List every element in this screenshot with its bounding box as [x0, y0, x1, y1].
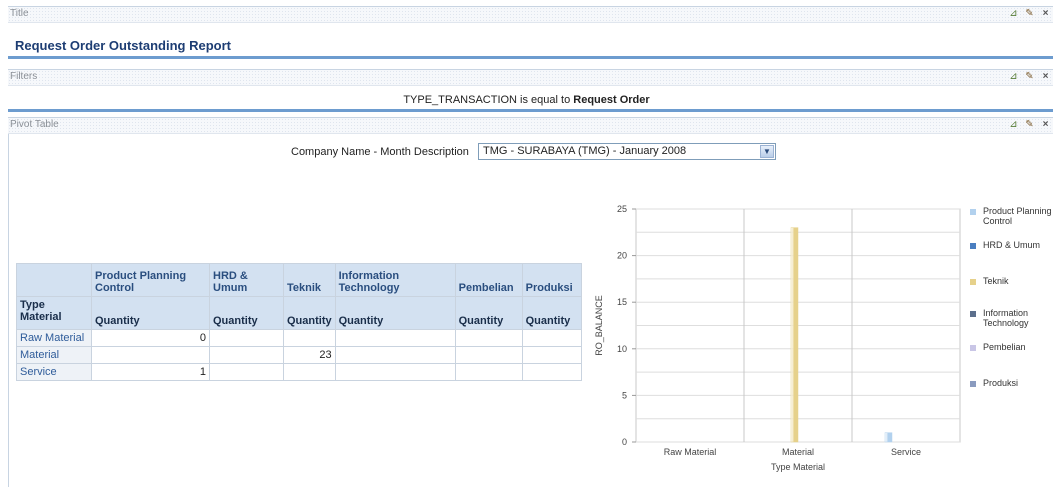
table-cell — [91, 346, 210, 364]
legend-label: HRD & Umum — [983, 240, 1041, 250]
page-title: Request Order Outstanding Report — [15, 38, 231, 53]
title-divider — [8, 56, 1053, 59]
filters-section-icons: ⊿ ✎ × — [1008, 71, 1051, 82]
y-axis-label: RO_BALANCE — [594, 295, 604, 356]
edit-icon[interactable]: ✎ — [1024, 119, 1035, 130]
legend-label: Pembelian — [983, 342, 1026, 352]
table-cell — [209, 363, 284, 381]
filters-divider — [8, 109, 1053, 112]
table-cell: 23 — [283, 346, 336, 364]
column-header: Product Planning Control — [91, 263, 210, 297]
table-cell — [454, 329, 523, 347]
title-section-label: Title — [10, 8, 29, 19]
table-row: Service 1 — [16, 363, 582, 381]
page-prompt-label: Company Name - Month Description — [291, 146, 469, 158]
measure-header: Quantity — [91, 296, 210, 330]
row-label[interactable]: Service — [16, 363, 92, 381]
table-measure-row: Type Material Quantity Quantity Quantity… — [16, 296, 582, 330]
column-header: Produksi — [521, 263, 582, 297]
y-tick-label: 25 — [617, 204, 627, 214]
row-label[interactable]: Raw Material — [16, 329, 92, 347]
measure-header: Quantity — [283, 296, 336, 330]
measure-header: Quantity — [521, 296, 582, 330]
legend-label: Product Planning Control — [983, 206, 1052, 226]
y-tick-label: 15 — [617, 297, 627, 307]
y-tick-label: 5 — [622, 390, 627, 400]
legend-swatch — [970, 345, 976, 351]
edit-properties-icon[interactable]: ⊿ — [1008, 71, 1019, 82]
x-axis-label: Type Material — [771, 462, 825, 472]
edit-icon[interactable]: ✎ — [1024, 71, 1035, 82]
legend-swatch — [970, 279, 976, 285]
x-tick-label: Service — [891, 447, 921, 457]
column-header: Information Technology — [334, 263, 456, 297]
bar — [790, 227, 799, 443]
y-tick-label: 10 — [617, 344, 627, 354]
close-icon[interactable]: × — [1040, 119, 1051, 130]
table-cell — [334, 363, 456, 381]
y-tick-label: 0 — [622, 437, 627, 447]
title-section-bar: Title ⊿ ✎ × — [8, 6, 1053, 23]
legend-swatch — [970, 243, 976, 249]
table-cell — [283, 363, 336, 381]
table-cell — [454, 346, 523, 364]
row-label[interactable]: Material — [16, 346, 92, 364]
table-row: Raw Material 0 — [16, 329, 582, 347]
table-cell — [334, 346, 456, 364]
pivot-left-border — [8, 134, 9, 487]
filter-value: Request Order — [573, 94, 650, 106]
table-cell — [334, 329, 456, 347]
pivot-section-label: Pivot Table — [10, 119, 59, 130]
filters-section-label: Filters — [10, 71, 38, 82]
title-section-icons: ⊿ ✎ × — [1008, 8, 1051, 19]
pivot-table: Product Planning Control HRD & Umum Tekn… — [16, 263, 582, 381]
company-month-select[interactable]: TMG - SURABAYA (TMG) - January 2008 ▼ — [478, 143, 776, 160]
legend-label: Information Technology — [983, 308, 1029, 328]
table-cell — [454, 363, 523, 381]
table-cell — [521, 346, 582, 364]
measure-header: Quantity — [209, 296, 284, 330]
x-tick-label: Raw Material — [664, 447, 717, 457]
table-cell: 0 — [91, 329, 210, 347]
filters-section-bar: Filters ⊿ ✎ × — [8, 69, 1053, 86]
measure-header: Quantity — [454, 296, 523, 330]
filter-expression: TYPE_TRANSACTION is equal to Request Ord… — [0, 94, 1053, 106]
column-header: HRD & Umum — [209, 263, 284, 297]
legend-label: Produksi — [983, 378, 1019, 388]
chevron-down-icon[interactable]: ▼ — [760, 145, 774, 158]
column-header: Teknik — [283, 263, 336, 297]
legend-label: Teknik — [983, 276, 1009, 286]
legend-swatch — [970, 209, 976, 215]
table-cell — [209, 329, 284, 347]
company-month-select-value: TMG - SURABAYA (TMG) - January 2008 — [483, 145, 687, 157]
pivot-section-bar: Pivot Table ⊿ ✎ × — [8, 117, 1053, 134]
ro-balance-bar-chart: 0 5 10 15 20 25 Raw Material Material Service Typ… — [594, 204, 961, 472]
legend-swatch — [970, 311, 976, 317]
measure-header: Quantity — [334, 296, 456, 330]
table-corner — [16, 263, 92, 297]
edit-properties-icon[interactable]: ⊿ — [1008, 119, 1019, 130]
x-tick-label: Material — [782, 447, 814, 457]
table-row: Material 23 — [16, 346, 582, 364]
close-icon[interactable]: × — [1040, 71, 1051, 82]
edit-properties-icon[interactable]: ⊿ — [1008, 8, 1019, 19]
row-header: Type Material — [16, 296, 92, 330]
table-cell — [521, 329, 582, 347]
table-cell — [521, 363, 582, 381]
table-cell: 1 — [91, 363, 210, 381]
bar — [884, 432, 893, 443]
pivot-section-icons: ⊿ ✎ × — [1008, 119, 1051, 130]
legend-swatch — [970, 381, 976, 387]
edit-icon[interactable]: ✎ — [1024, 8, 1035, 19]
table-header-row: Product Planning Control HRD & Umum Tekn… — [16, 263, 582, 297]
y-tick-label: 20 — [617, 251, 627, 261]
table-cell — [209, 346, 284, 364]
table-cell — [283, 329, 336, 347]
filter-prefix: TYPE_TRANSACTION is equal to — [403, 94, 574, 106]
close-icon[interactable]: × — [1040, 8, 1051, 19]
column-header: Pembelian — [454, 263, 523, 297]
